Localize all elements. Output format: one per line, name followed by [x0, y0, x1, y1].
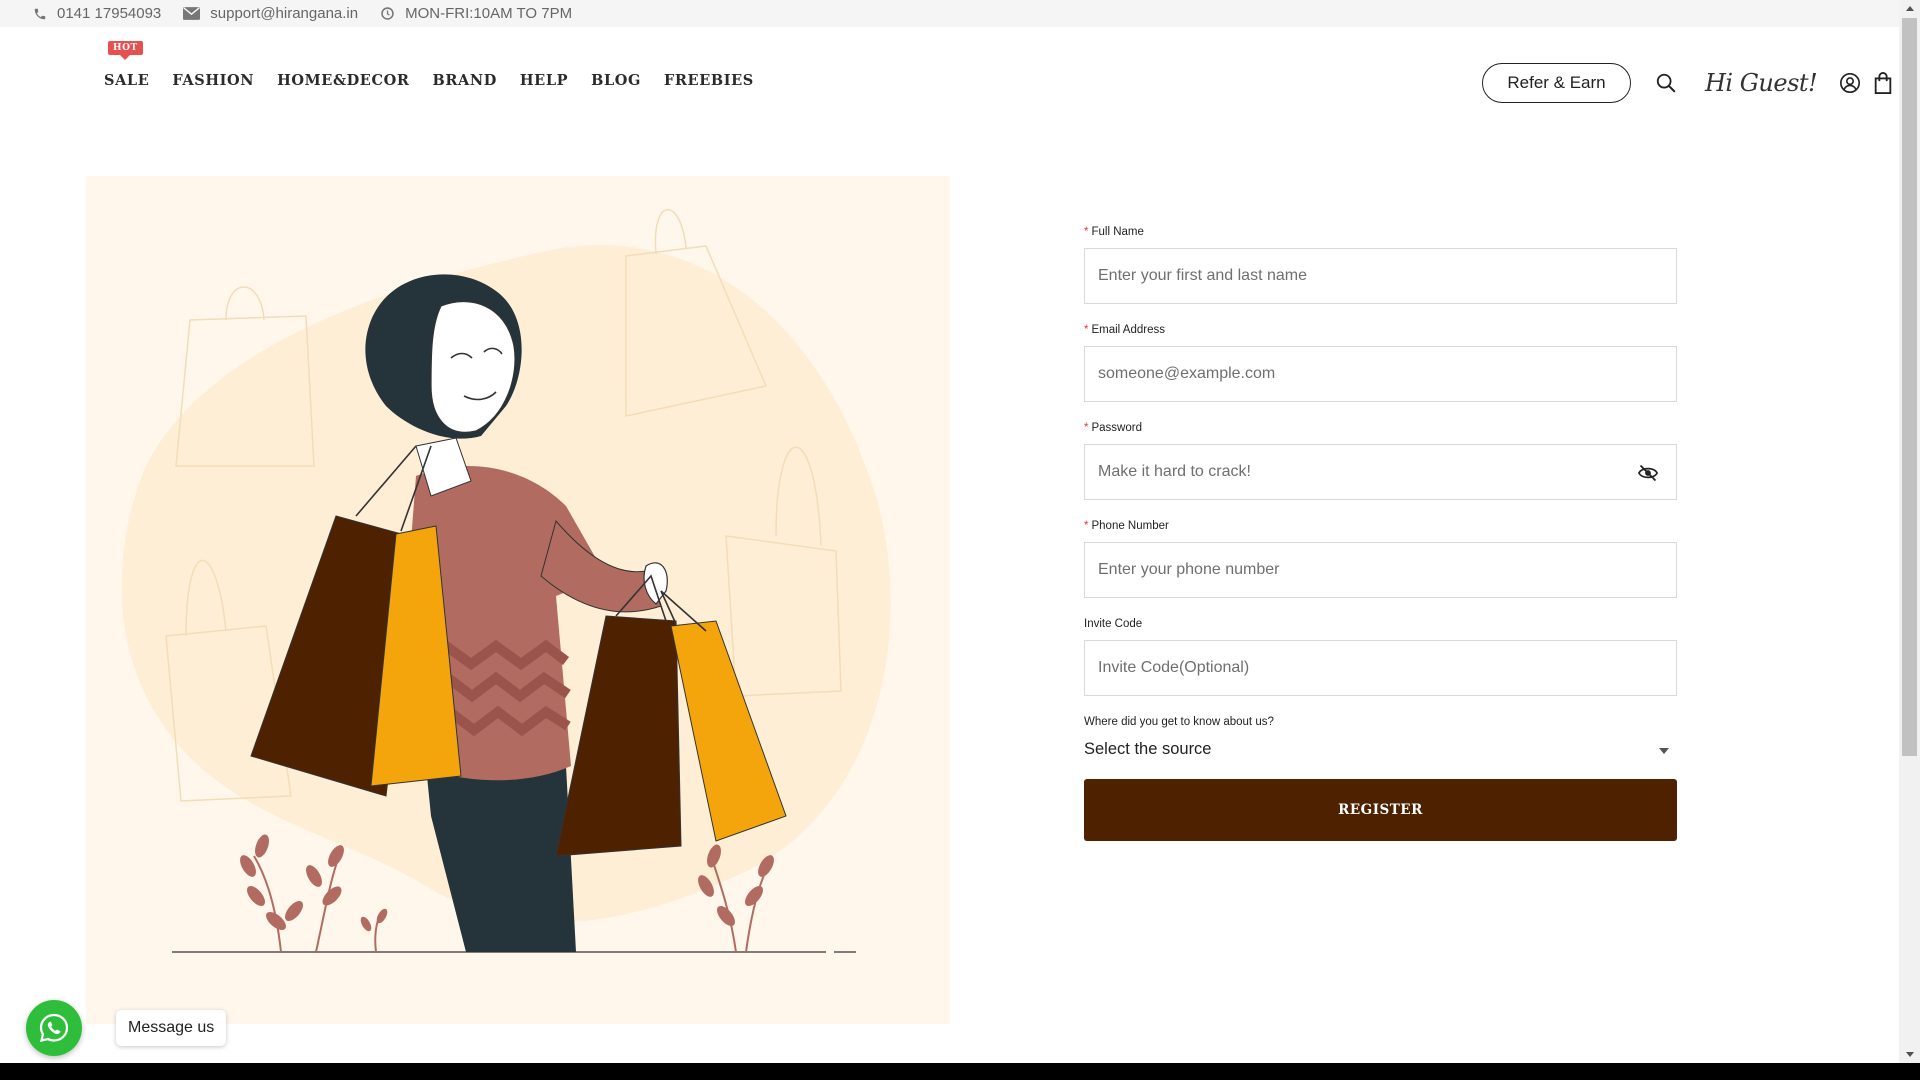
- clock-icon: [381, 7, 394, 20]
- label-text: Password: [1091, 422, 1142, 434]
- required-marker: *: [1084, 520, 1089, 532]
- nav-label: SALE: [104, 72, 150, 89]
- search-icon[interactable]: [1655, 72, 1677, 94]
- business-hours: MON-FRI:10AM TO 7PM: [380, 5, 572, 22]
- required-marker: *: [1084, 226, 1089, 238]
- invite-code-box: [1084, 640, 1677, 696]
- phone-label: * Phone Number: [1084, 520, 1677, 534]
- label-text: Full Name: [1091, 226, 1144, 238]
- nav-item-help[interactable]: HELP: [520, 72, 568, 89]
- whatsapp-button[interactable]: [26, 1000, 82, 1056]
- scroll-up-arrow-icon[interactable]: [1899, 0, 1920, 17]
- password-field: * Password: [1084, 422, 1677, 500]
- phone-box: [1084, 542, 1677, 598]
- nav-item-sale[interactable]: HOT SALE: [104, 41, 150, 89]
- top-info-bar: 0141 17954093 support@hirangana.in MON-F…: [0, 0, 1899, 27]
- contact-email[interactable]: support@hirangana.in: [183, 5, 358, 22]
- required-marker: *: [1084, 324, 1089, 336]
- full-name-input[interactable]: [1085, 249, 1676, 303]
- header-actions: Refer & Earn Hi Guest!: [1482, 63, 1893, 103]
- whatsapp-message-tooltip[interactable]: Message us: [116, 1010, 227, 1046]
- contact-phone[interactable]: 0141 17954093: [33, 5, 161, 22]
- nav-item-blog[interactable]: BLOG: [591, 72, 641, 89]
- caret-down-icon: [1659, 740, 1669, 759]
- phone-field: * Phone Number: [1084, 520, 1677, 598]
- refer-earn-button[interactable]: Refer & Earn: [1482, 63, 1631, 103]
- scroll-down-arrow-icon[interactable]: [1899, 1046, 1920, 1063]
- label-text: Phone Number: [1091, 520, 1169, 532]
- register-form: *Full Name *Email Address *Password *Pho…: [1084, 226, 1677, 841]
- main-nav: HOT SALE FASHION HOME&DECOR BRAND HELP B…: [104, 41, 777, 89]
- nav-item-brand[interactable]: BRAND: [432, 72, 496, 89]
- invite-code-input[interactable]: [1085, 641, 1676, 695]
- shopping-illustration: [86, 176, 950, 1024]
- hours-text: MON-FRI:10AM TO 7PM: [405, 5, 573, 22]
- full-name-box: [1084, 248, 1677, 304]
- phone-icon: [34, 8, 46, 19]
- whatsapp-icon: [39, 1013, 69, 1042]
- source-selected-value: Select the source: [1084, 739, 1212, 758]
- phone-input[interactable]: [1085, 543, 1676, 597]
- label-text: Email Address: [1091, 324, 1165, 336]
- source-select[interactable]: Select the source: [1084, 738, 1677, 760]
- email-field: * Email Address: [1084, 324, 1677, 402]
- email-text: support@hirangana.in: [210, 5, 359, 22]
- user-icon[interactable]: [1839, 72, 1861, 94]
- nav-label: FASHION: [172, 72, 255, 89]
- nav-label: FREEBIES: [664, 72, 754, 89]
- nav-label: BRAND: [432, 72, 497, 89]
- email-label: * Email Address: [1084, 324, 1677, 338]
- email-box: [1084, 346, 1677, 402]
- password-input[interactable]: [1085, 445, 1676, 499]
- register-button[interactable]: REGISTER: [1084, 779, 1677, 841]
- invite-code-label: Invite Code: [1084, 618, 1143, 630]
- nav-item-fashion[interactable]: FASHION: [172, 72, 254, 89]
- register-page: 0141 17954093 support@hirangana.in MON-F…: [0, 0, 1920, 1080]
- nav-item-freebies[interactable]: FREEBIES: [664, 72, 754, 89]
- eye-slash-icon[interactable]: [1637, 464, 1659, 487]
- password-box: [1084, 444, 1677, 500]
- bag-icon[interactable]: [1873, 72, 1893, 94]
- nav-label: HELP: [519, 72, 569, 89]
- hot-badge: HOT: [108, 41, 143, 60]
- full-name-label: * Full Name: [1084, 226, 1677, 240]
- phone-text: 0141 17954093: [57, 5, 162, 22]
- shopper-illustration-image: [121, 209, 891, 953]
- scrollbar-thumb[interactable]: [1902, 18, 1917, 756]
- full-name-field: * Full Name: [1084, 226, 1677, 304]
- invite-code-field: Invite Code: [1084, 618, 1677, 696]
- required-marker: *: [1084, 422, 1089, 434]
- bottom-footer-strip: [0, 1063, 1920, 1080]
- page-scrollbar[interactable]: [1899, 0, 1920, 1063]
- email-input[interactable]: [1085, 347, 1676, 401]
- nav-label: BLOG: [591, 72, 642, 89]
- source-label: Where did you get to know about us?: [1084, 716, 1274, 728]
- guest-greeting: Hi Guest!: [1705, 69, 1818, 97]
- password-label: * Password: [1084, 422, 1677, 436]
- nav-item-home-decor[interactable]: HOME&DECOR: [277, 72, 409, 89]
- nav-label: HOME&DECOR: [277, 72, 410, 89]
- mail-icon: [183, 7, 201, 20]
